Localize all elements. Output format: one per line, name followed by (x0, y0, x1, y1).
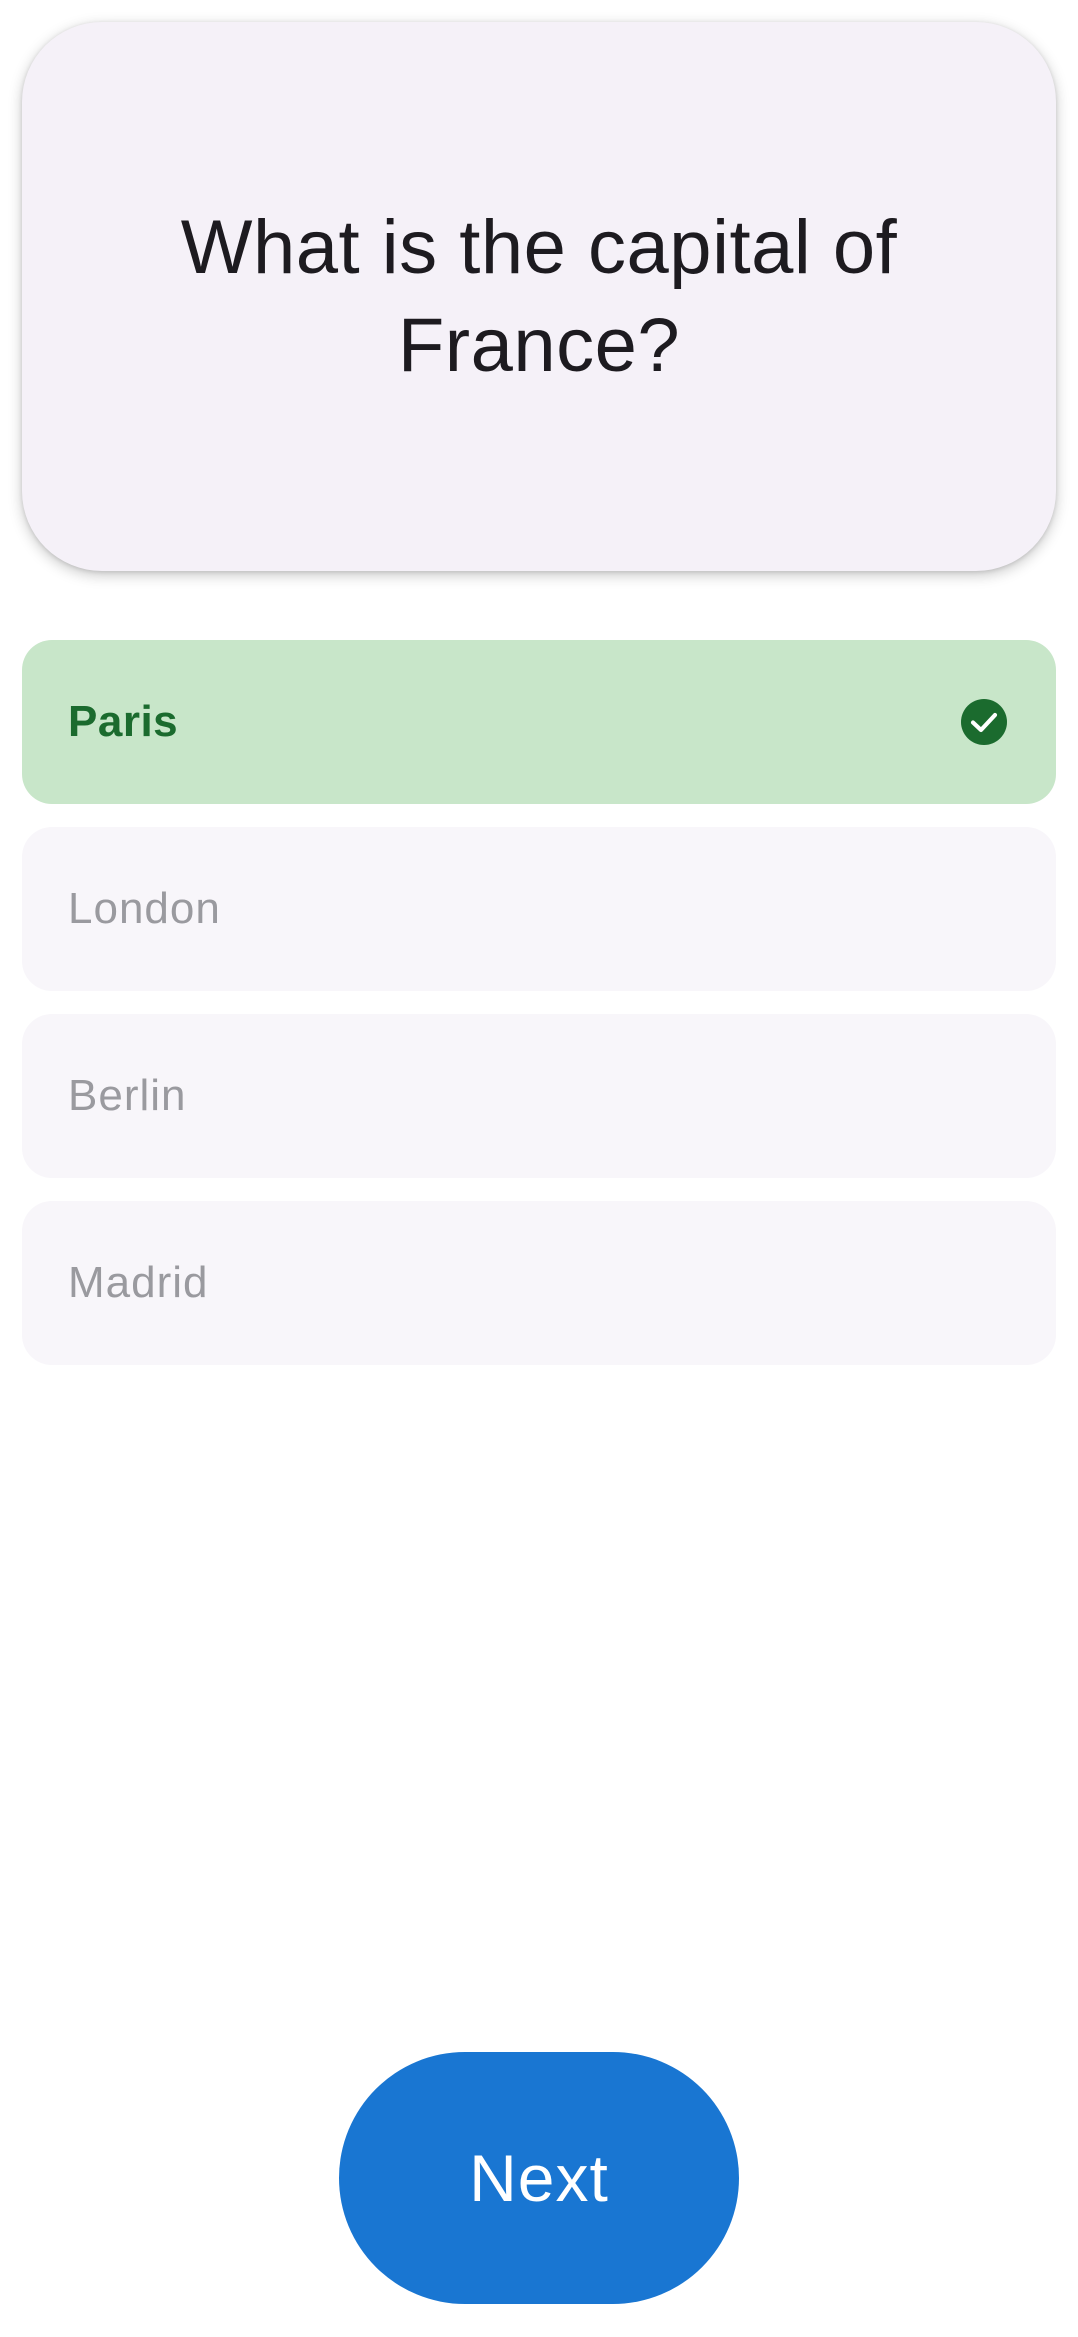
answer-option-madrid[interactable]: Madrid (22, 1201, 1056, 1365)
answer-option-london[interactable]: London (22, 827, 1056, 991)
answer-option-berlin[interactable]: Berlin (22, 1014, 1056, 1178)
answer-option-label: London (68, 884, 221, 933)
question-card: What is the capital of France? (22, 22, 1056, 571)
answer-option-paris[interactable]: Paris (22, 640, 1056, 804)
answer-option-label: Berlin (68, 1071, 187, 1120)
answer-option-label: Paris (68, 697, 179, 746)
next-button[interactable]: Next (339, 2052, 739, 2304)
question-text: What is the capital of France? (180, 204, 898, 388)
answer-option-label: Madrid (68, 1258, 209, 1307)
check-circle-icon (961, 699, 1007, 745)
